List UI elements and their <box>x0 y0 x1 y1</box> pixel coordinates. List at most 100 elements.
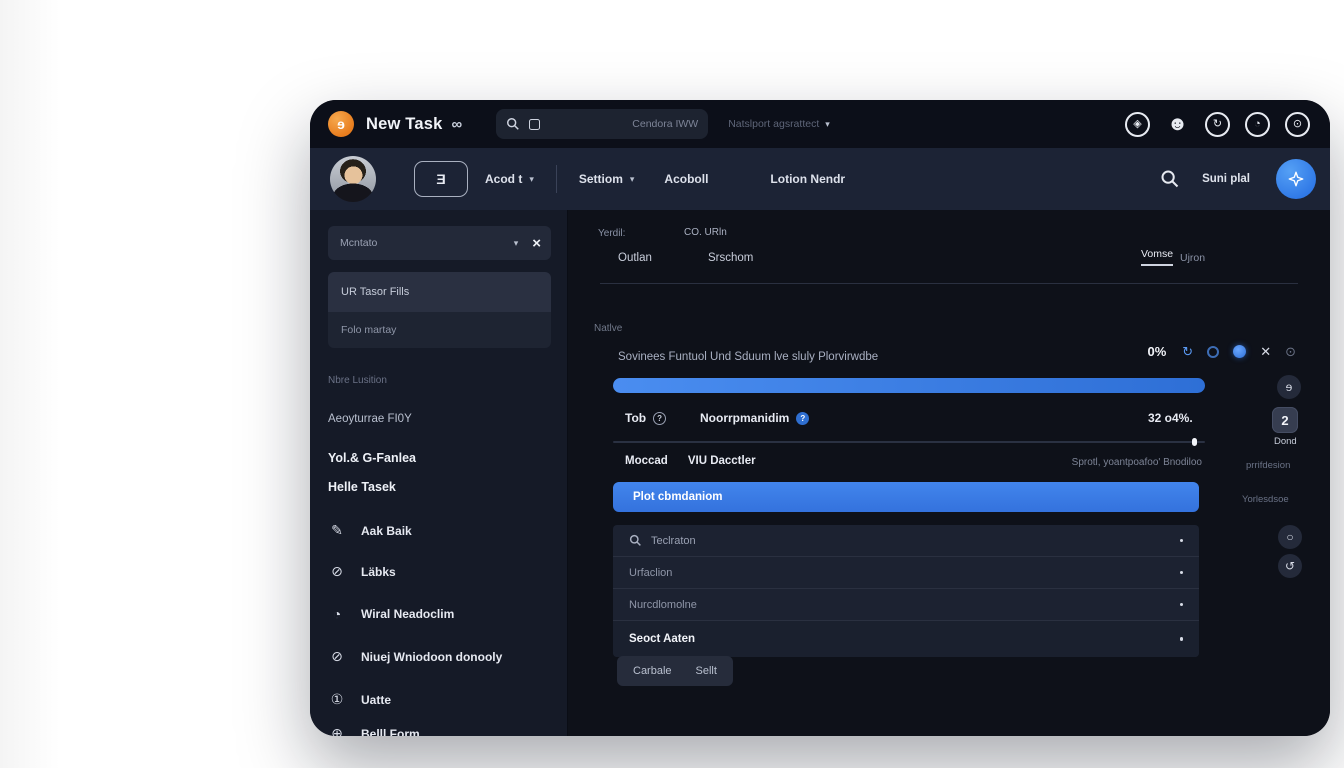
progress-value: 32 o4%. <box>1148 411 1193 425</box>
slider-handle[interactable] <box>1192 438 1197 446</box>
cancel-button[interactable]: Carbale <box>633 665 672 677</box>
drag-dot-icon[interactable] <box>1179 570 1183 575</box>
list-item-label: Nurcdlomolne <box>629 598 697 611</box>
list-search-row[interactable]: Teclraton <box>613 525 1199 557</box>
rail-count-badge[interactable]: 2 <box>1272 407 1298 433</box>
toolbar-menu-settiom[interactable]: Settiom ▾ <box>579 172 635 186</box>
sidebar-item-niuej[interactable]: ⊘ Niuej Wniodoon donooly <box>328 648 551 665</box>
history-icon[interactable]: ↺ <box>1278 554 1302 578</box>
tob-label: Tob <box>625 411 647 425</box>
progress-label-tob: Tob ? <box>625 411 667 425</box>
badge-icon[interactable]: ◈ <box>1125 111 1150 137</box>
timer-glyph: ◔ <box>1254 117 1261 130</box>
detail-label-moccad[interactable]: Moccad <box>625 455 668 467</box>
nav-dropdown-label: Natslport agsrattect <box>728 118 820 130</box>
toolbar-menu-lotion[interactable]: Lotion Nendr <box>770 172 845 186</box>
badge-glyph: ◈ <box>1133 117 1142 130</box>
rail-layers-glyph: ɘ <box>1285 380 1293 394</box>
rail-text-1: prrifdesion <box>1246 460 1291 471</box>
sidebar-item-wiral[interactable]: ◔ Wiral Neadoclim <box>328 606 551 622</box>
app-window: ɘ New Task ∞ Cendora IWW Natslport agsra… <box>310 100 1330 736</box>
description-text: Sovinees Funtuol Und Sduum lve sluly Plo… <box>618 351 879 363</box>
toolbar-divider <box>555 165 557 193</box>
list-item-selected[interactable]: Seoct Aaten <box>613 621 1199 657</box>
slash-circle-icon: ⊘ <box>331 563 343 579</box>
page-background: ɘ New Task ∞ Cendora IWW Natslport agsra… <box>0 0 1344 768</box>
chevron-down-icon: ▾ <box>529 173 534 184</box>
help-icon[interactable]: ? <box>653 411 667 425</box>
sidebar-group-yol[interactable]: Yol.& G-Fanlea <box>328 451 551 465</box>
info-badge-icon[interactable]: ? <box>796 411 810 425</box>
tab-vomse[interactable]: Vomse <box>1141 248 1174 266</box>
search-circle-icon[interactable]: ⊙ <box>1285 111 1310 137</box>
topbar-actions: ◈ ☻ ↻ ◔ ⊙ <box>1125 111 1310 137</box>
note-button[interactable]: Ǝ <box>414 161 468 197</box>
plot-button[interactable]: Plot cbmdaniom <box>613 482 1199 512</box>
circle-outline-icon[interactable] <box>1207 345 1220 358</box>
toolbar-menu-acod[interactable]: Acod t ▾ <box>485 172 534 186</box>
tools-icon[interactable]: ✕ <box>1260 345 1271 358</box>
sidebar: Mcntato ▾ × UR Tasor Fills Folo martay N… <box>310 210 568 736</box>
sidebar-item-aak-baik[interactable]: ✎ Aak Baik <box>328 522 551 539</box>
toolbar-menu-acod-label: Acod t <box>485 172 523 186</box>
sidebar-item-labks[interactable]: ⊘ Läbks <box>328 563 551 580</box>
noorr-label: Noorrpmanidim <box>700 411 790 425</box>
search-hint: Cendora IWW <box>632 118 699 130</box>
tab-ujron[interactable]: Ujron <box>1180 252 1205 264</box>
pencil-icon: ✎ <box>331 522 343 538</box>
shortcut-key-icon <box>529 118 541 130</box>
sidebar-item-label: Läbks <box>361 564 396 579</box>
sync-icon[interactable]: ↻ <box>1205 111 1230 137</box>
main-content: Yerdil: CO. URln Outlan Srschom Vomse Uj… <box>568 210 1330 736</box>
drag-dot-icon[interactable] <box>1179 538 1183 543</box>
sidebar-item-label: Uatte <box>361 692 392 707</box>
status-actions: 0% ↻ ✕ ⊙ <box>1147 344 1296 359</box>
search-icon[interactable] <box>1160 169 1180 189</box>
sidebar-filter-select[interactable]: Mcntato ▾ × <box>328 226 551 260</box>
range-slider[interactable] <box>613 438 1205 446</box>
list-item[interactable]: Folo martay <box>328 312 551 348</box>
tab-srschom[interactable]: Srschom <box>708 252 753 264</box>
close-icon[interactable]: × <box>532 235 541 252</box>
nav-dropdown[interactable]: Natslport agsrattect ▾ <box>720 118 838 130</box>
global-search-input[interactable]: Cendora IWW <box>496 109 709 139</box>
tab-outlan[interactable]: Outlan <box>618 252 652 264</box>
user-cam-icon[interactable]: ☻ <box>1165 112 1190 137</box>
circle-filled-icon[interactable] <box>1233 345 1247 358</box>
sidebar-item-label: Niuej Wniodoon donooly <box>361 649 503 664</box>
native-label: Natlve <box>594 323 623 334</box>
drag-dot-icon[interactable] <box>1179 637 1183 641</box>
sidebar-sub-label[interactable]: Aeoyturrae FI0Y <box>328 413 551 425</box>
drag-dot-icon[interactable] <box>1179 602 1183 607</box>
record-icon[interactable]: ○ <box>1278 525 1302 549</box>
detail-label-viu[interactable]: VIU Dacctler <box>688 455 756 467</box>
clock-circle-icon: ◔ <box>332 606 342 622</box>
toolbar-menu-acoboll[interactable]: Acoboll <box>664 172 708 186</box>
list-item-label: Seoct Aaten <box>629 633 696 645</box>
filter-value: Mcntato <box>340 237 378 249</box>
toolbar-menu-acoboll-label: Acoboll <box>664 172 709 186</box>
target-icon[interactable]: ⊙ <box>1285 345 1296 358</box>
rail-badge-label: Dond <box>1274 436 1297 447</box>
timer-icon[interactable]: ◔ <box>1245 111 1270 137</box>
sidebar-recent-panel: UR Tasor Fills Folo martay <box>328 272 551 348</box>
list-item[interactable]: Urfaclion <box>613 557 1199 589</box>
divider <box>600 283 1298 284</box>
sidebar-item-label: Aak Baik <box>361 523 412 538</box>
sidebar-group-helle[interactable]: Helle Tasek <box>328 480 551 494</box>
sidebar-item-belll-form[interactable]: ⊕ Belll Form <box>328 725 551 736</box>
slash-circle-icon: ⊘ <box>331 648 343 664</box>
user-glyph: ☻ <box>1166 113 1189 135</box>
rail-layers-icon[interactable]: ɘ <box>1277 375 1301 399</box>
sidebar-item-uatte[interactable]: ① Uatte <box>328 691 551 708</box>
list-item[interactable]: UR Tasor Fills <box>328 272 551 312</box>
search-icon <box>629 534 641 546</box>
app-logo-icon[interactable]: ɘ <box>328 111 354 137</box>
chevron-down-icon: ▾ <box>825 118 830 129</box>
sparkle-button[interactable] <box>1276 159 1316 199</box>
refresh-icon[interactable]: ↻ <box>1182 345 1193 358</box>
logo-glyph: ɘ <box>337 116 345 132</box>
submit-button[interactable]: Sellt <box>696 665 717 677</box>
list-item[interactable]: Nurcdlomolne <box>613 589 1199 621</box>
avatar[interactable] <box>330 156 376 202</box>
